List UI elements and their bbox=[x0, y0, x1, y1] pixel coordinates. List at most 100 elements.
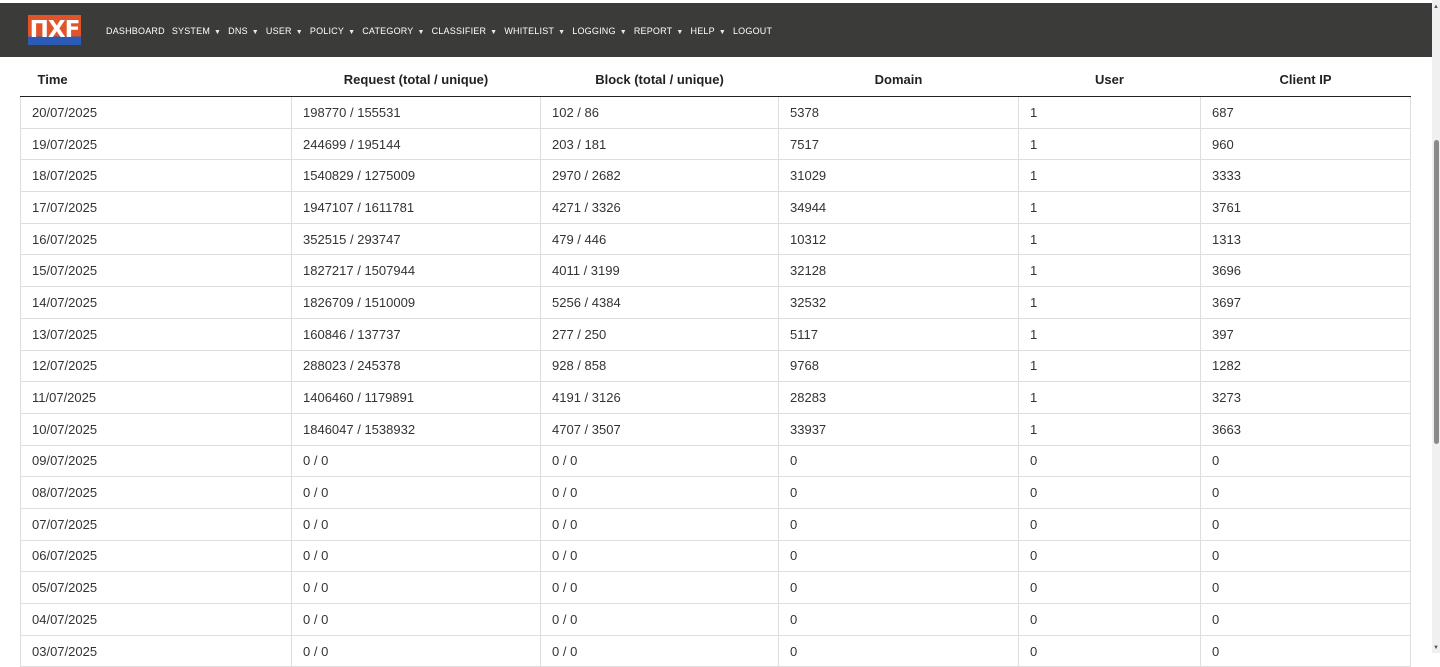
nav-item-whitelist[interactable]: WHITELIST ▼ bbox=[504, 26, 565, 36]
nav-item-help[interactable]: HELP ▼ bbox=[691, 26, 726, 36]
table-row: 08/07/2025 0 / 00 / 0000 bbox=[20, 476, 1411, 509]
cell-domain: 0 bbox=[778, 539, 1019, 573]
table-row: 15/07/2025 1827217 / 1507944 4011 / 3199 32… bbox=[20, 254, 1411, 288]
brand-logo[interactable]: ПXF bbox=[28, 15, 81, 45]
cell-block: 2970 / 2682 bbox=[540, 159, 779, 193]
cell-user: 1 bbox=[1018, 286, 1201, 319]
cell-block: 4011 / 3199 bbox=[540, 254, 779, 288]
scrollbar-thumb[interactable] bbox=[1434, 140, 1439, 444]
cell-request: 244699 / 195144 bbox=[291, 127, 541, 161]
caret-down-icon: ▼ bbox=[619, 29, 627, 36]
cell-domain: 10312 bbox=[778, 222, 1019, 256]
cell-client-ip: 3663 bbox=[1200, 412, 1411, 446]
cell-request: 0 / 0 bbox=[291, 539, 541, 573]
cell-user: 0 bbox=[1018, 539, 1201, 573]
cell-domain: 32532 bbox=[778, 286, 1019, 319]
cell-client-ip: 397 bbox=[1200, 317, 1411, 351]
nav-item-user[interactable]: USER ▼ bbox=[266, 26, 303, 36]
cell-time: 06/07/2025 bbox=[20, 539, 292, 573]
cell-user: 1 bbox=[1018, 191, 1201, 224]
cell-user: 1 bbox=[1018, 159, 1201, 193]
cell-block: 0 / 0 bbox=[540, 603, 779, 636]
cell-domain: 32128 bbox=[778, 254, 1019, 288]
table-row: 05/07/2025 0 / 00 / 0000 bbox=[20, 571, 1411, 604]
arrow-down-icon[interactable]: ▼ bbox=[1432, 645, 1440, 651]
nav-item-report[interactable]: REPORT ▼ bbox=[634, 26, 684, 36]
caret-down-icon: ▼ bbox=[718, 29, 726, 36]
cell-block: 0 / 0 bbox=[540, 539, 779, 573]
cell-request: 198770 / 155531 bbox=[291, 96, 541, 129]
cell-client-ip: 0 bbox=[1200, 571, 1411, 604]
table-row: 19/07/2025 244699 / 195144 203 / 181 7517 1 9… bbox=[20, 127, 1411, 161]
cell-block: 0 / 0 bbox=[540, 507, 779, 541]
cell-block: 277 / 250 bbox=[540, 317, 779, 351]
cell-user: 0 bbox=[1018, 634, 1201, 667]
caret-down-icon: ▼ bbox=[676, 29, 684, 36]
cell-domain: 5378 bbox=[778, 96, 1019, 129]
cell-domain: 0 bbox=[778, 444, 1019, 478]
table-header-row: Time Request (total / unique) Block (tot… bbox=[20, 62, 1411, 97]
cell-domain: 0 bbox=[778, 603, 1019, 636]
cell-request: 1846047 / 1538932 bbox=[291, 412, 541, 446]
vertical-scrollbar[interactable]: ▲ ▼ bbox=[1432, 0, 1440, 653]
nav-item-dashboard[interactable]: DASHBOARD bbox=[106, 26, 165, 36]
cell-time: 14/07/2025 bbox=[20, 286, 292, 319]
nav-item-label: LOGOUT bbox=[732, 26, 773, 36]
cell-domain: 31029 bbox=[778, 159, 1019, 193]
nav-item-system[interactable]: SYSTEM ▼ bbox=[172, 26, 221, 36]
cell-block: 4707 / 3507 bbox=[540, 412, 779, 446]
caret-down-icon: ▼ bbox=[214, 29, 222, 36]
cell-time: 12/07/2025 bbox=[20, 349, 292, 383]
cell-client-ip: 0 bbox=[1200, 507, 1411, 541]
cell-time: 19/07/2025 bbox=[20, 127, 292, 161]
cell-block: 102 / 86 bbox=[540, 96, 779, 129]
nav-item-policy[interactable]: POLICY ▼ bbox=[310, 26, 355, 36]
table-row: 16/07/2025 352515 / 293747 479 / 446 10312 1… bbox=[20, 222, 1411, 256]
cell-time: 20/07/2025 bbox=[20, 96, 292, 129]
nav-item-category[interactable]: CATEGORY ▼ bbox=[362, 26, 424, 36]
caret-down-icon: ▼ bbox=[251, 29, 259, 36]
cell-client-ip: 0 bbox=[1200, 476, 1411, 509]
caret-down-icon: ▼ bbox=[558, 29, 566, 36]
column-header-block: Block (total / unique) bbox=[540, 62, 779, 97]
cell-client-ip: 687 bbox=[1200, 96, 1411, 129]
nav-item-dns[interactable]: DNS ▼ bbox=[228, 26, 259, 36]
cell-client-ip: 3333 bbox=[1200, 159, 1411, 193]
cell-domain: 0 bbox=[778, 571, 1019, 604]
cell-request: 0 / 0 bbox=[291, 476, 541, 509]
cell-user: 0 bbox=[1018, 603, 1201, 636]
cell-time: 08/07/2025 bbox=[20, 476, 292, 509]
nav-item-logout[interactable]: LOGOUT bbox=[733, 26, 772, 36]
cell-time: 17/07/2025 bbox=[20, 191, 292, 224]
table-row: 03/07/2025 0 / 00 / 0000 bbox=[20, 634, 1411, 667]
cell-block: 0 / 0 bbox=[540, 476, 779, 509]
cell-request: 1827217 / 1507944 bbox=[291, 254, 541, 288]
cell-block: 479 / 446 bbox=[540, 222, 779, 256]
caret-down-icon: ▼ bbox=[490, 29, 498, 36]
cell-request: 1540829 / 1275009 bbox=[291, 159, 541, 193]
cell-user: 1 bbox=[1018, 254, 1201, 288]
nav-item-label: HELP bbox=[690, 26, 715, 36]
cell-user: 0 bbox=[1018, 476, 1201, 509]
cell-time: 11/07/2025 bbox=[20, 381, 292, 414]
nav-item-label: SYSTEM bbox=[171, 26, 211, 36]
nav-item-classifier[interactable]: CLASSIFIER ▼ bbox=[432, 26, 498, 36]
cell-block: 4271 / 3326 bbox=[540, 191, 779, 224]
nav-item-logging[interactable]: LOGGING ▼ bbox=[572, 26, 627, 36]
arrow-up-icon[interactable]: ▲ bbox=[1432, 4, 1440, 10]
cell-domain: 34944 bbox=[778, 191, 1019, 224]
main-nav: DASHBOARD SYSTEM ▼ DNS ▼ USER ▼ POLICY ▼ CATEGORY… bbox=[106, 23, 779, 39]
table-row: 09/07/2025 0 / 00 / 0000 bbox=[20, 444, 1411, 478]
cell-request: 1947107 / 1611781 bbox=[291, 191, 541, 224]
table-row: 11/07/2025 1406460 / 1179891 4191 / 3126 28… bbox=[20, 381, 1411, 414]
cell-time: 04/07/2025 bbox=[20, 603, 292, 636]
cell-domain: 28283 bbox=[778, 381, 1019, 414]
cell-block: 928 / 858 bbox=[540, 349, 779, 383]
cell-block: 5256 / 4384 bbox=[540, 286, 779, 319]
table-row: 20/07/2025 198770 / 155531 102 / 86 5378 1 68… bbox=[20, 96, 1411, 129]
cell-request: 352515 / 293747 bbox=[291, 222, 541, 256]
cell-user: 1 bbox=[1018, 317, 1201, 351]
cell-client-ip: 0 bbox=[1200, 634, 1411, 667]
cell-time: 15/07/2025 bbox=[20, 254, 292, 288]
column-header-domain: Domain bbox=[778, 62, 1019, 97]
